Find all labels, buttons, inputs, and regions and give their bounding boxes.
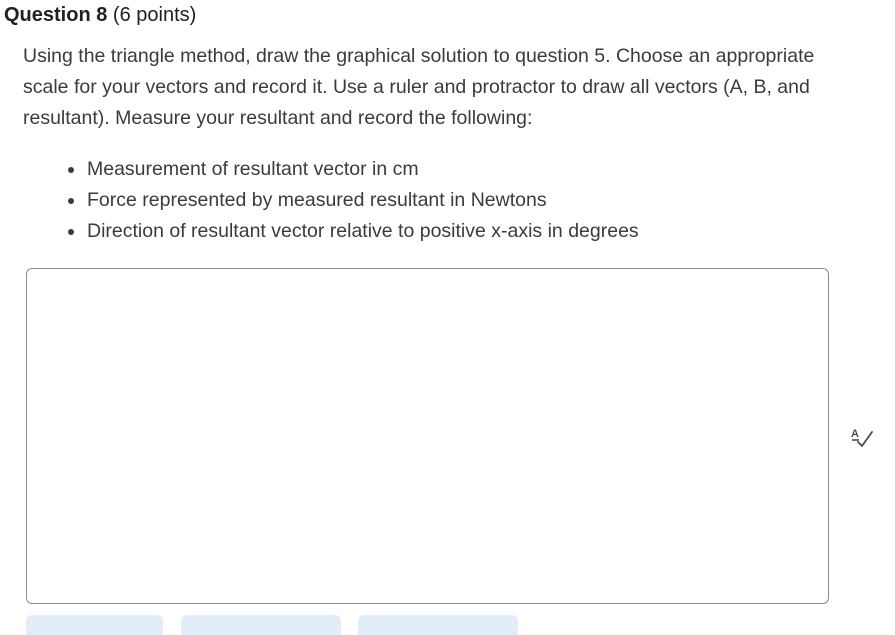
list-item-text: Measurement of resultant vector in cm <box>87 158 419 180</box>
list-item-text: Direction of resultant vector relative t… <box>87 220 639 242</box>
bullet-icon <box>68 167 74 173</box>
toolbar-button[interactable] <box>26 615 163 635</box>
answer-text-area[interactable] <box>26 268 829 604</box>
bullet-icon <box>68 229 74 235</box>
question-prompt: Using the triangle method, draw the grap… <box>23 45 815 129</box>
question-header: Question 8 (6 points) <box>4 2 196 28</box>
question-title: Question 8 <box>4 4 108 26</box>
list-item-text: Force represented by measured resultant … <box>87 189 547 211</box>
question-points: (6 points) <box>112 4 197 26</box>
spellcheck-icon[interactable]: A <box>850 426 874 448</box>
list-item: Measurement of resultant vector in cm <box>50 154 639 185</box>
toolbar-button[interactable] <box>358 615 518 635</box>
toolbar-button[interactable] <box>181 615 341 635</box>
list-item: Force represented by measured resultant … <box>50 185 639 216</box>
svg-text:A: A <box>851 428 859 440</box>
requirements-list: Measurement of resultant vector in cm Fo… <box>50 154 639 247</box>
bullet-icon <box>68 198 74 204</box>
list-item: Direction of resultant vector relative t… <box>50 216 639 247</box>
